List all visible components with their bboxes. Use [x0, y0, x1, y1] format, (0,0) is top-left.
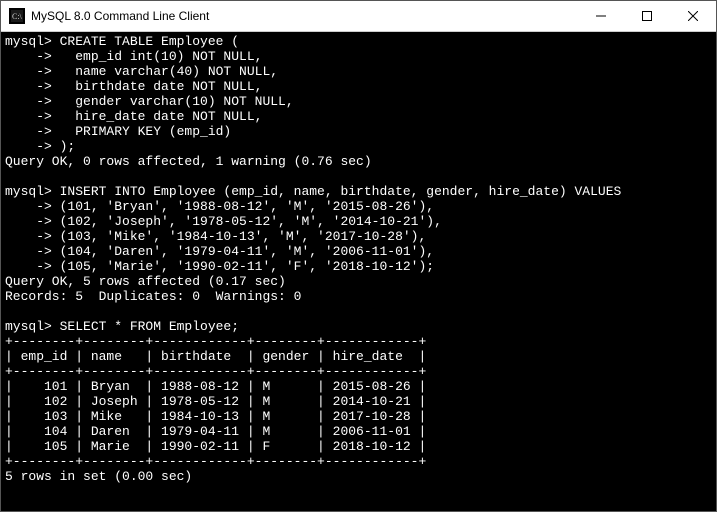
- terminal-output[interactable]: mysql> CREATE TABLE Employee ( -> emp_id…: [1, 32, 716, 511]
- svg-text:C:\: C:\: [12, 12, 23, 21]
- window-title: MySQL 8.0 Command Line Client: [31, 9, 578, 23]
- minimize-button[interactable]: [578, 1, 624, 31]
- app-icon: C:\: [9, 8, 25, 24]
- close-button[interactable]: [670, 1, 716, 31]
- titlebar[interactable]: C:\ MySQL 8.0 Command Line Client: [1, 1, 716, 32]
- window-controls: [578, 1, 716, 31]
- app-window: C:\ MySQL 8.0 Command Line Client mysql>…: [0, 0, 717, 512]
- maximize-button[interactable]: [624, 1, 670, 31]
